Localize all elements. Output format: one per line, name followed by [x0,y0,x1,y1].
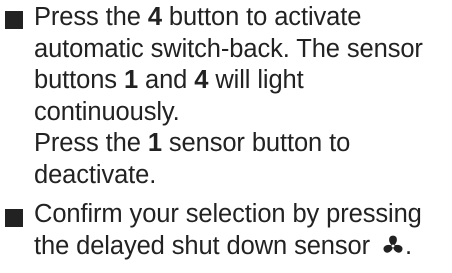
square-bullet-icon [5,11,23,29]
button-number-1: 1 [123,66,139,94]
and-text: and [138,66,195,94]
confirm-period: . [405,231,412,260]
fan-icon [383,235,403,253]
activate-text-part1: Press the [34,3,148,31]
instruction-text-activate: Press the 4 button to activate automatic… [34,2,450,191]
instruction-text-confirm: Confirm your selection by pressing the d… [34,199,450,262]
confirm-text: Confirm your selection by pressing the d… [34,200,422,260]
square-bullet-icon [5,209,23,227]
sensor-button-number-1: 1 [147,129,162,157]
deactivate-text-part1: Press the [34,129,148,157]
button-number-4-second: 4 [194,66,209,94]
button-number-4: 4 [147,3,162,31]
